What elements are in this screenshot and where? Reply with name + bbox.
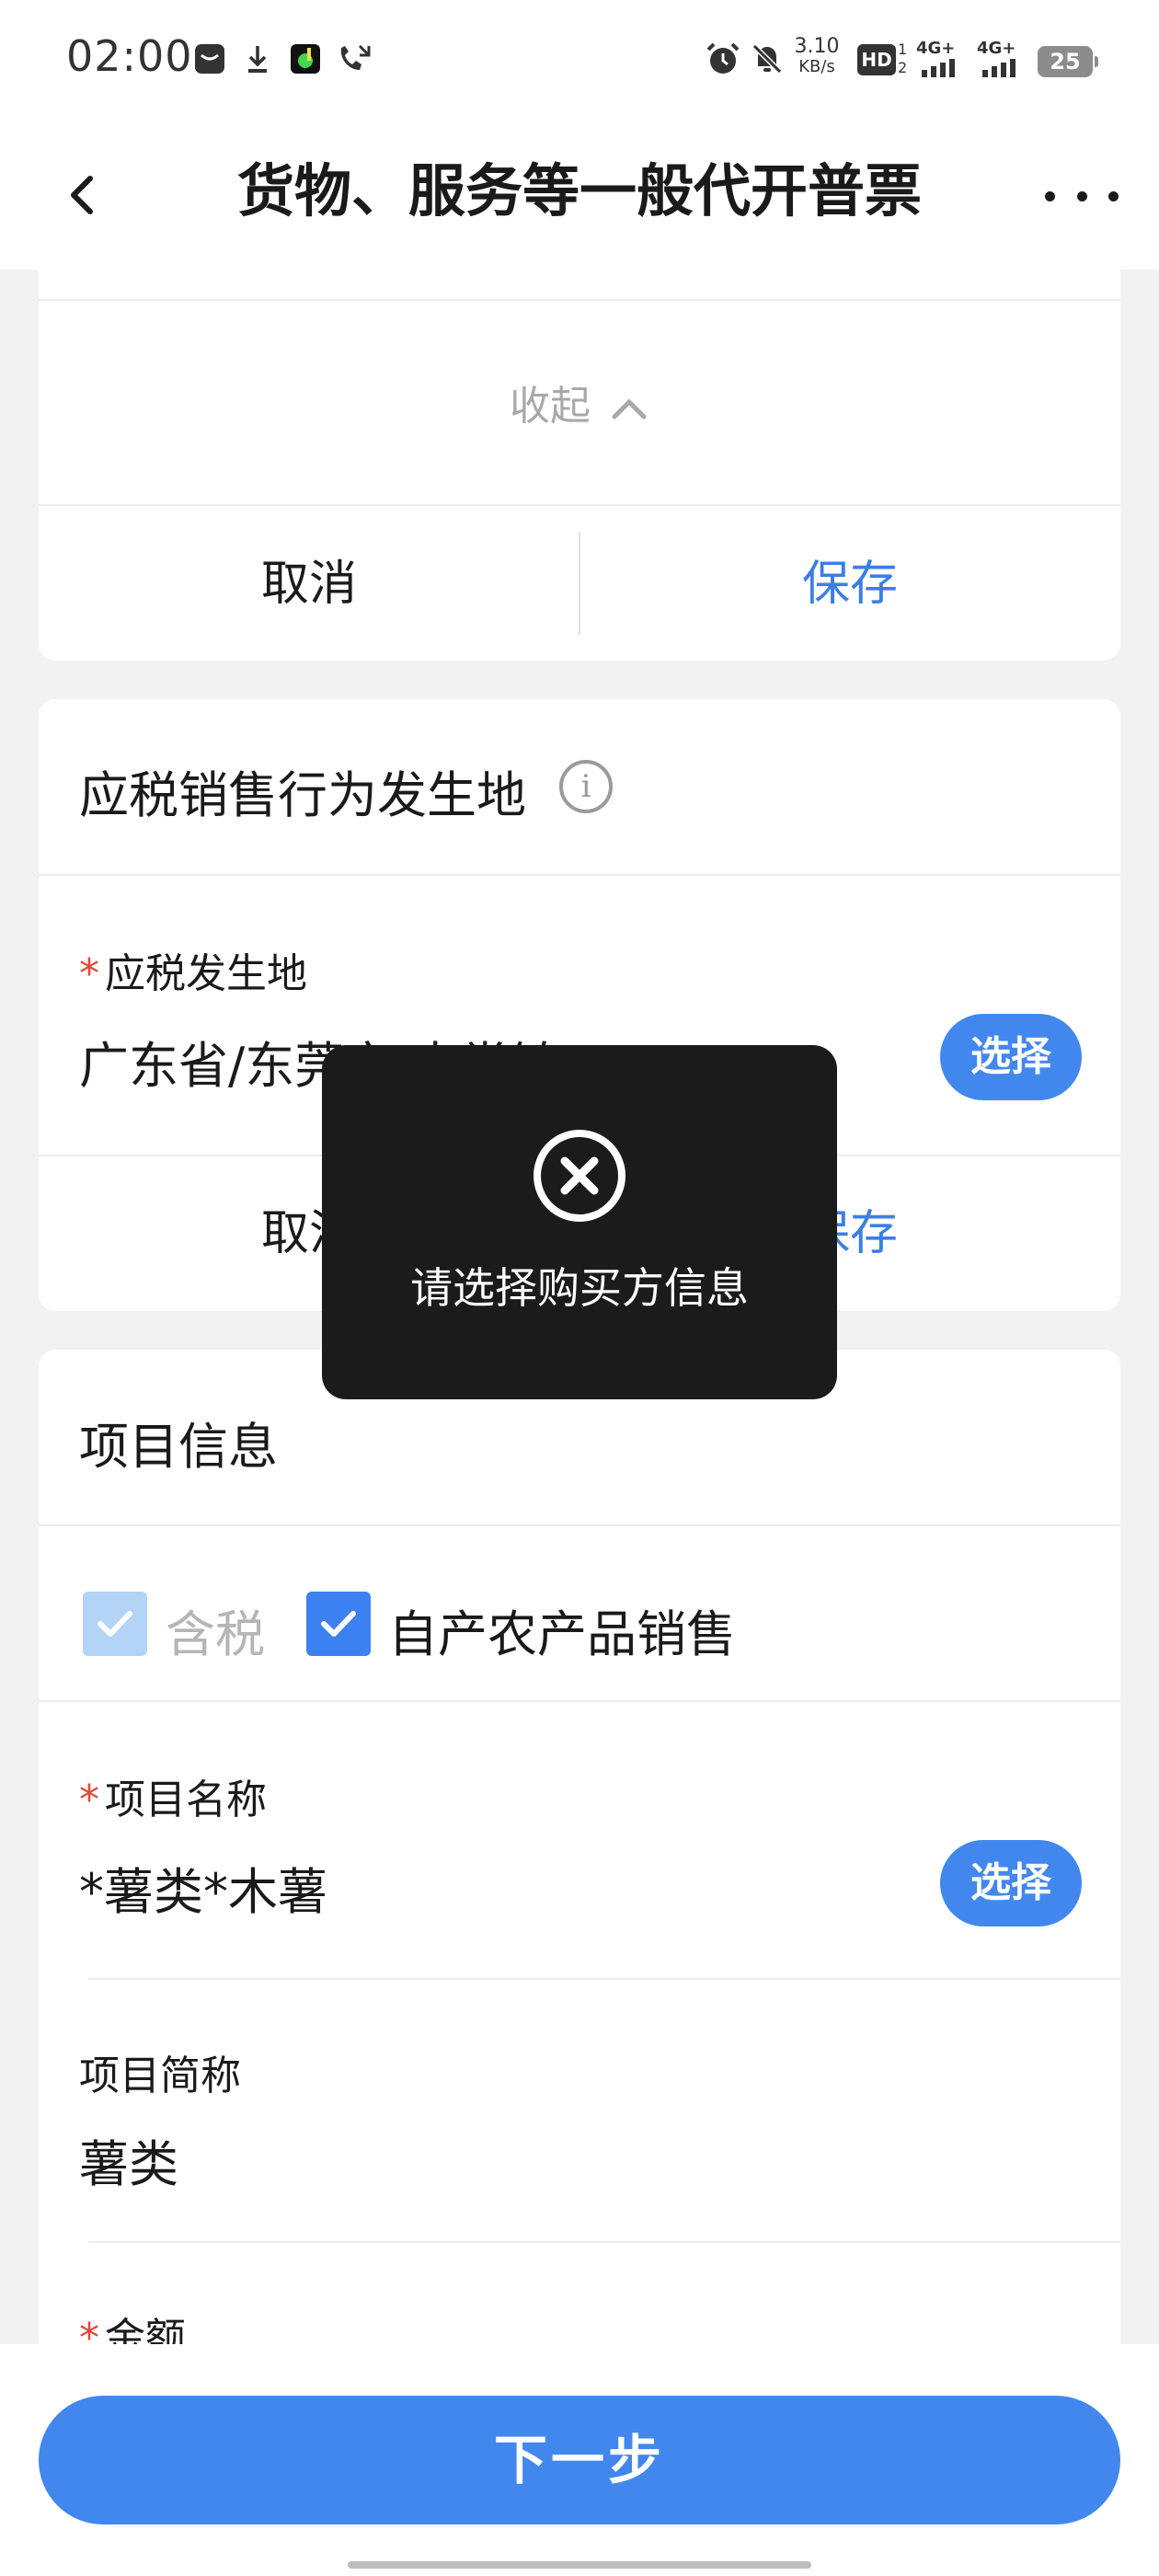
next-step-button[interactable]: 下一步 bbox=[39, 2396, 1120, 2524]
missed-call-icon bbox=[333, 39, 373, 79]
more-dot bbox=[1108, 190, 1119, 201]
required-star: * bbox=[79, 1777, 99, 1823]
status-time: 02:00 bbox=[66, 31, 193, 81]
required-star: * bbox=[79, 950, 99, 997]
page-title: 货物、服务等一般代开普票 bbox=[236, 157, 922, 224]
collapse-toggle[interactable]: 收起 bbox=[0, 373, 1159, 431]
cancel-button[interactable]: 取消 bbox=[39, 534, 580, 635]
toast-message: 请选择购买方信息 bbox=[410, 1263, 749, 1313]
mute-bell-icon bbox=[747, 39, 787, 79]
chevron-up-icon bbox=[612, 398, 647, 420]
network-speed-unit: KB/s bbox=[798, 57, 835, 76]
project-short-name-value: 薯类 bbox=[79, 2135, 178, 2193]
divider bbox=[39, 1524, 1120, 1526]
select-project-button[interactable]: 选择 bbox=[940, 1840, 1082, 1926]
download-icon bbox=[241, 39, 274, 79]
divider bbox=[88, 2241, 1120, 2243]
agri-sale-label: 自产农产品销售 bbox=[388, 1605, 736, 1663]
tax-included-label: 含税 bbox=[166, 1605, 265, 1663]
close-circle-icon bbox=[532, 1128, 627, 1224]
agri-sale-checkbox[interactable] bbox=[306, 1592, 371, 1656]
tax-location-label: * 应税发生地 bbox=[79, 940, 307, 999]
network-speed-value: 3.10 bbox=[794, 35, 840, 58]
message-notification-icon bbox=[191, 39, 228, 79]
home-indicator[interactable] bbox=[348, 2561, 811, 2569]
project-name-value: *薯类*木薯 bbox=[79, 1863, 327, 1921]
signal-type-label: 4G+ bbox=[916, 39, 956, 58]
collapse-label: 收起 bbox=[510, 383, 591, 430]
check-icon bbox=[321, 1611, 356, 1637]
more-dot bbox=[1076, 190, 1087, 201]
select-location-button[interactable]: 选择 bbox=[940, 1014, 1082, 1100]
tax-location-label-text: 应税发生地 bbox=[105, 950, 307, 997]
project-name-label-text: 项目名称 bbox=[105, 1777, 267, 1823]
divider bbox=[39, 299, 1120, 301]
project-short-name-label: 项目简称 bbox=[79, 2053, 241, 2099]
signal-type-label: 4G+ bbox=[977, 39, 1016, 58]
divider bbox=[88, 1978, 1120, 1980]
alarm-icon bbox=[703, 39, 743, 79]
network-speed: 3.10 KB/s bbox=[789, 37, 844, 77]
app-notification-icon bbox=[287, 39, 324, 79]
battery-icon: 25 bbox=[1038, 46, 1098, 77]
section-title-tax-location: 应税销售行为发生地 bbox=[79, 766, 526, 824]
more-dots-icon bbox=[1045, 190, 1055, 201]
hd-badge: HD bbox=[857, 44, 896, 75]
tax-included-checkbox[interactable] bbox=[83, 1592, 147, 1656]
project-name-label: * 项目名称 bbox=[79, 1766, 267, 1825]
info-icon[interactable]: i bbox=[559, 760, 613, 813]
divider bbox=[39, 874, 1120, 876]
divider bbox=[39, 504, 1120, 506]
more-button[interactable] bbox=[1045, 164, 1119, 228]
divider bbox=[39, 1700, 1120, 1702]
save-button[interactable]: 保存 bbox=[580, 534, 1120, 635]
check-icon bbox=[98, 1611, 132, 1637]
sim-slot-icon: 12 bbox=[898, 40, 908, 76]
section-title-project-info: 项目信息 bbox=[79, 1418, 278, 1476]
signal-strength-icon: 4G+ bbox=[977, 39, 1027, 79]
signal-strength-icon: 4G+ bbox=[916, 39, 966, 79]
